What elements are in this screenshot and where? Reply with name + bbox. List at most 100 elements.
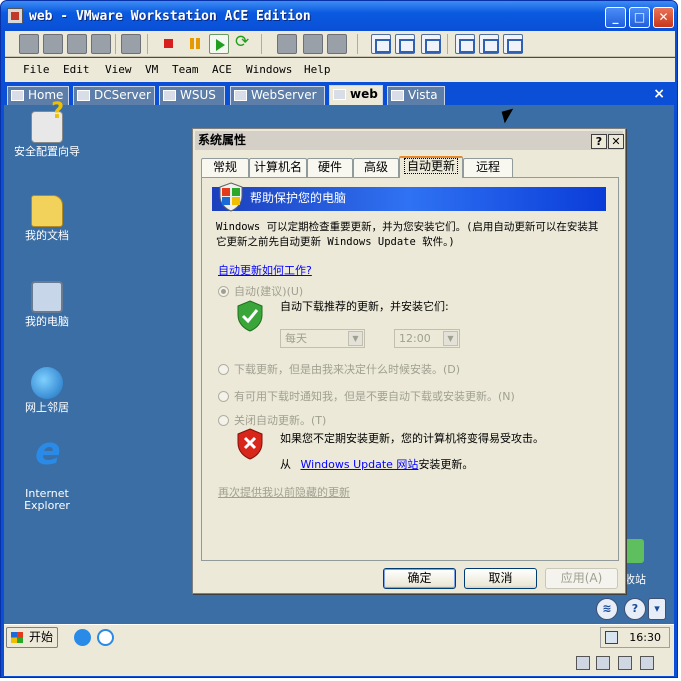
summary-view-icon[interactable]	[479, 34, 499, 54]
vmware-app-icon[interactable]	[7, 8, 23, 24]
computer-icon	[31, 281, 63, 313]
clock[interactable]: 16:30	[629, 631, 661, 644]
fullscreen-icon[interactable]	[395, 34, 415, 54]
protect-banner: 帮助保护您的电脑	[212, 182, 606, 212]
cdrom-icon[interactable]	[596, 656, 610, 670]
option-turn-off[interactable]: 关闭自动更新。(T)	[218, 412, 326, 428]
menu-file[interactable]: File	[23, 63, 50, 76]
tab-vista[interactable]: Vista	[387, 86, 445, 106]
snapshot-take-icon[interactable]	[277, 34, 297, 54]
tab-advanced[interactable]: 高级	[353, 158, 399, 177]
console-view-icon[interactable]	[455, 34, 475, 54]
minimize-button[interactable]: _	[605, 7, 626, 28]
menu-vm[interactable]: VM	[145, 63, 158, 76]
desktop-icon-label: 网上邻居	[25, 401, 69, 414]
guest-help-button[interactable]: ?	[624, 598, 646, 620]
network-icon	[31, 367, 63, 399]
windows-update-link[interactable]: Windows Update 网站	[301, 458, 419, 471]
menu-ace[interactable]: ACE	[212, 63, 232, 76]
snapshot-restore-icon[interactable]	[303, 34, 323, 54]
option-notify-only[interactable]: 有可用下载时通知我，但是不要自动下载或安装更新。(N)	[218, 388, 515, 404]
tab-wsus[interactable]: WSUS	[159, 86, 225, 106]
tab-hardware[interactable]: 硬件	[307, 158, 353, 177]
from-suffix: 安装更新。	[418, 458, 474, 471]
tab-general[interactable]: 常规	[201, 158, 249, 177]
suspend-icon[interactable]	[185, 34, 205, 54]
usb-icon[interactable]	[640, 656, 654, 670]
desktop-icon-internet-explorer[interactable]: Internet Explorer	[4, 445, 90, 512]
menu-help[interactable]: Help	[304, 63, 331, 76]
option-automatic[interactable]: 自动(建议)(U)	[218, 283, 303, 299]
close-tab-icon[interactable]: ×	[653, 86, 665, 102]
tab-automatic-updates[interactable]: 自动更新	[399, 156, 463, 178]
option-download-label: 下载更新，但是由我来决定什么时候安装。(D)	[234, 363, 461, 376]
close-button[interactable]: ✕	[653, 7, 674, 28]
tab-remote[interactable]: 远程	[463, 158, 513, 177]
toolbar-separator	[447, 34, 448, 54]
unity-icon[interactable]: ≋	[596, 598, 618, 620]
tab-web[interactable]: web	[329, 85, 383, 106]
settings-icon[interactable]	[121, 34, 141, 54]
desktop-icon-my-documents[interactable]: 我的文档	[4, 195, 90, 242]
scroll-down-icon[interactable]: ▾	[648, 598, 666, 620]
tab-computer-name[interactable]: 计算机名	[249, 158, 307, 177]
radio-automatic[interactable]	[218, 286, 229, 297]
tab-webserver[interactable]: WebServer	[230, 86, 325, 106]
menu-edit[interactable]: Edit	[63, 63, 90, 76]
reset-icon[interactable]	[233, 32, 253, 54]
dialog-title-bar[interactable]: 系统属性 ? ✕	[195, 131, 624, 150]
option-off-label: 关闭自动更新。(T)	[234, 414, 327, 427]
sidebar-toggle-icon[interactable]	[371, 34, 391, 54]
green-shield-check-icon	[237, 300, 263, 332]
maximize-button[interactable]: □	[629, 7, 650, 28]
radio-turn-off[interactable]	[218, 415, 229, 426]
quick-switch-icon[interactable]	[421, 34, 441, 54]
snapshot-manager-icon[interactable]	[67, 34, 87, 54]
power-off-icon[interactable]	[159, 34, 179, 54]
time-select-value: 12:00	[399, 332, 431, 345]
quicklaunch-ie-icon[interactable]	[74, 629, 91, 646]
ie-icon	[31, 445, 63, 485]
how-it-works-link[interactable]: 自动更新如何工作?	[218, 262, 312, 278]
reoffer-hidden-updates-link[interactable]: 再次提供我以前隐藏的更新	[218, 484, 350, 500]
menu-bar: File Edit View VM Team ACE Windows Help	[5, 58, 675, 82]
tab-label: WSUS	[180, 88, 216, 102]
chevron-down-icon: ▼	[348, 331, 363, 346]
menu-view[interactable]: View	[105, 63, 132, 76]
tab-dcserver[interactable]: DCServer	[73, 86, 155, 106]
snapshot-icon[interactable]	[19, 34, 39, 54]
system-properties-dialog: 系统属性 ? ✕ 常规 计算机名 硬件 高级 自动更新 远程 帮助保护您的电脑 …	[192, 128, 626, 594]
vm-icon	[234, 90, 247, 101]
snapshot-manage-icon[interactable]	[327, 34, 347, 54]
start-button[interactable]: 开始	[6, 627, 58, 648]
hard-disk-icon[interactable]	[576, 656, 590, 670]
desktop-icon-security-wizard[interactable]: 安全配置向导	[4, 106, 90, 158]
menu-windows[interactable]: Windows	[246, 63, 292, 76]
automatic-sub-label: 自动下载推荐的更新，并安装它们:	[280, 300, 449, 313]
revert-snapshot-icon[interactable]	[43, 34, 63, 54]
radio-download-only[interactable]	[218, 364, 229, 375]
desktop-icon-network[interactable]: 网上邻居	[4, 367, 90, 414]
day-select-value: 每天	[285, 332, 307, 345]
windows-update-line: 从 Windows Update 网站安装更新。	[280, 456, 473, 472]
desktop-icon-my-computer[interactable]: 我的电脑	[4, 281, 90, 328]
radio-notify-only[interactable]	[218, 391, 229, 402]
network-tray-icon[interactable]	[605, 631, 618, 644]
vm-icon	[77, 90, 90, 101]
time-select[interactable]: 12:00 ▼	[394, 329, 460, 348]
take-snapshot-icon[interactable]	[91, 34, 111, 54]
cancel-button[interactable]: 取消	[464, 568, 537, 589]
title-bar[interactable]: web - VMware Workstation ACE Edition _ □…	[1, 1, 677, 31]
dialog-help-button[interactable]: ?	[591, 134, 607, 149]
quicklaunch-explorer-icon[interactable]	[97, 629, 114, 646]
ok-button[interactable]: 确定	[383, 568, 456, 589]
network-adapter-icon[interactable]	[618, 656, 632, 670]
apply-button[interactable]: 应用(A)	[545, 568, 618, 589]
menu-team[interactable]: Team	[172, 63, 199, 76]
windows-shield-icon	[219, 182, 243, 212]
option-download-only[interactable]: 下载更新，但是由我来决定什么时候安装。(D)	[218, 361, 460, 377]
power-on-icon[interactable]	[209, 34, 229, 54]
appliance-view-icon[interactable]	[503, 34, 523, 54]
dialog-close-button[interactable]: ✕	[608, 134, 624, 149]
day-select[interactable]: 每天 ▼	[280, 329, 365, 348]
